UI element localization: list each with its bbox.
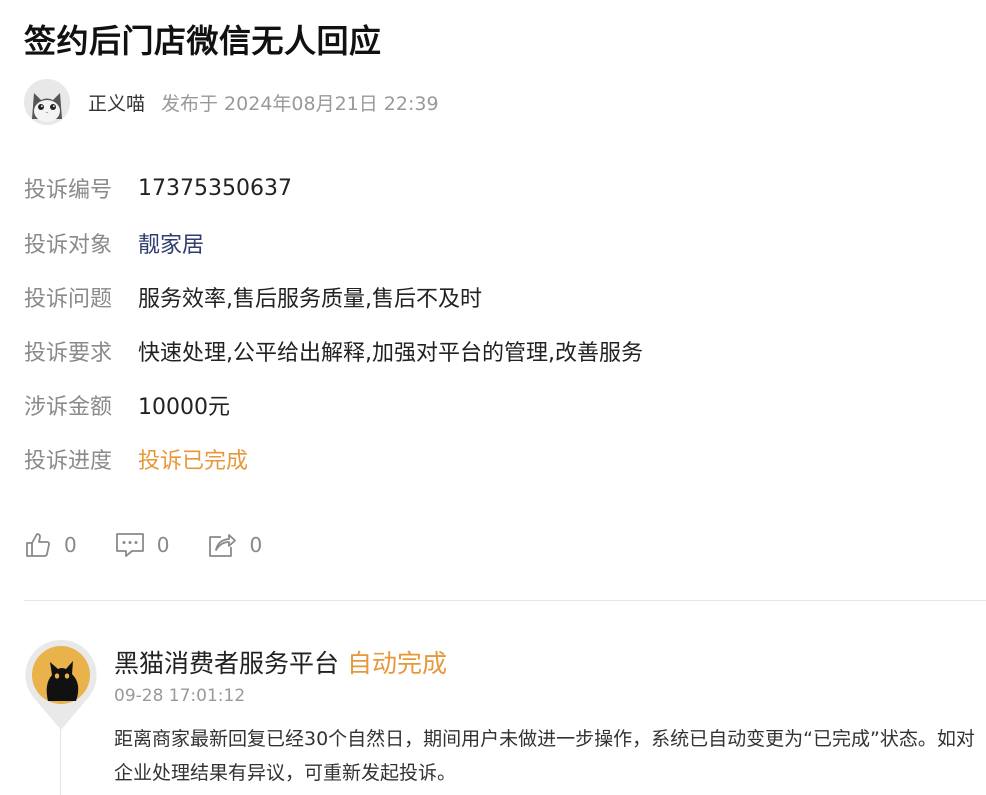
black-cat-logo-icon <box>25 639 97 730</box>
like-button[interactable]: 0 <box>24 531 77 559</box>
info-row-id: 投诉编号 17375350637 <box>24 171 292 205</box>
info-row-demand: 投诉要求 快速处理,公平给出解释,加强对平台的管理,改善服务 <box>24 334 643 368</box>
complaint-id-value: 17375350637 <box>138 175 292 201</box>
complaint-amount-value: 10000元 <box>138 395 230 420</box>
info-row-progress: 投诉进度 投诉已完成 <box>24 442 248 476</box>
action-bar: 0 0 0 <box>24 528 300 562</box>
info-row-target: 投诉对象 靓家居 <box>24 226 204 260</box>
complaint-progress-status: 投诉已完成 <box>138 449 249 474</box>
info-label: 涉诉金额 <box>24 395 113 420</box>
reply-header: 黑猫消费者服务平台 自动完成 <box>114 644 447 680</box>
reply-timestamp: 09-28 17:01:12 <box>114 686 246 706</box>
publish-time: 发布于 2024年08月21日 22:39 <box>161 92 439 115</box>
like-count: 0 <box>64 533 77 557</box>
reply-content: 距离商家最新回复已经30个自然日，期间用户未做进一步操作，系统已自动变更为“已完… <box>114 728 975 784</box>
platform-name[interactable]: 黑猫消费者服务平台 <box>114 644 339 680</box>
info-label: 投诉对象 <box>24 233 113 258</box>
divider <box>24 600 986 601</box>
author-name[interactable]: 正义喵 <box>88 89 145 116</box>
complaint-demand-value: 快速处理,公平给出解释,加强对平台的管理,改善服务 <box>138 341 643 366</box>
complaint-target-link[interactable]: 靓家居 <box>138 227 204 259</box>
complaint-issue-value: 服务效率,售后服务质量,售后不及时 <box>138 287 482 312</box>
share-count: 0 <box>249 533 263 557</box>
author-avatar[interactable] <box>24 79 70 125</box>
info-row-issue: 投诉问题 服务效率,售后服务质量,售后不及时 <box>24 280 482 314</box>
cat-avatar-icon <box>24 79 70 125</box>
author-row: 正义喵 发布于 2024年08月21日 22:39 <box>24 78 439 126</box>
comment-button[interactable]: 0 <box>115 531 170 559</box>
info-label: 投诉问题 <box>24 287 113 312</box>
info-label: 投诉进度 <box>24 449 113 474</box>
platform-avatar[interactable] <box>24 638 98 732</box>
comment-count: 0 <box>156 533 170 557</box>
share-button[interactable]: 0 <box>207 531 262 559</box>
reply-status-badge: 自动完成 <box>347 649 448 678</box>
info-label: 投诉要求 <box>24 341 113 366</box>
share-icon <box>209 534 237 557</box>
comment-icon <box>115 533 144 557</box>
info-row-amount: 涉诉金额 10000元 <box>24 388 230 422</box>
info-label: 投诉编号 <box>24 178 113 203</box>
thumbs-up-icon <box>26 533 50 557</box>
page-title: 签约后门店微信无人回应 <box>24 22 382 60</box>
